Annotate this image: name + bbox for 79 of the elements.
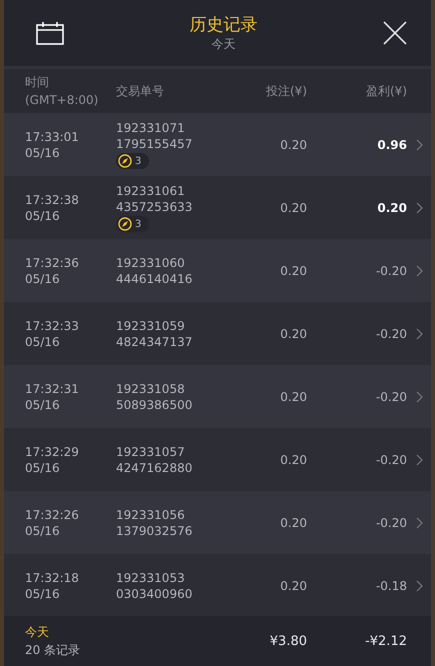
stake-amount: 0.20 [279, 452, 307, 468]
record-time: 17:32:33 [25, 318, 79, 334]
calendar-icon [36, 21, 64, 45]
record-date: 05/16 [25, 334, 60, 350]
window-title: 历史记录 [190, 14, 258, 36]
column-header-note: (GMT+8:00) [25, 92, 100, 109]
record-time: 17:32:26 [25, 506, 79, 522]
stake-amount: 0.20 [279, 326, 307, 342]
profit-amount: -0.20 [374, 452, 407, 466]
order-number: 4357253633 [116, 199, 192, 215]
chevron-right-icon [416, 580, 422, 592]
record-date: 05/16 [25, 208, 60, 224]
column-header: 盈利(¥) [365, 83, 407, 100]
compass-icon [118, 154, 132, 168]
compass-icon [118, 217, 132, 231]
record-date: 05/16 [25, 270, 60, 286]
order-number: 192331056 [116, 506, 185, 522]
record-row[interactable]: 17:33:01 05/16 192331071 1795155457 3 0.20 0.96 [4, 113, 431, 176]
record-date: 05/16 [25, 144, 60, 160]
footer-period: 今天 [25, 624, 49, 641]
record-time: 17:32:31 [25, 380, 79, 396]
stake-total: ¥3.80 [268, 634, 307, 648]
profit-amount: 0.96 [376, 138, 407, 152]
close-button[interactable] [383, 21, 407, 45]
chevron-right-icon [416, 390, 422, 402]
order-number: 192331057 [116, 444, 185, 460]
profit-total: -¥2.12 [364, 634, 407, 648]
order-number: 5089386500 [116, 396, 192, 412]
record-time: 17:32:38 [25, 192, 79, 208]
stake-amount: 0.20 [279, 262, 307, 278]
profit-amount: -0.20 [374, 326, 407, 340]
record-date: 05/16 [25, 586, 60, 602]
order-number: 192331053 [116, 570, 185, 586]
record-time: 17:32:18 [25, 570, 79, 586]
order-number: 4247162880 [116, 460, 192, 476]
record-time: 17:32:29 [25, 444, 79, 460]
profit-amount: 0.20 [376, 200, 407, 214]
order-number: 192331059 [116, 318, 185, 334]
column-header: 投注(¥) [265, 83, 307, 100]
record-count: 20 条记录 [25, 642, 80, 659]
window-subtitle: 今天 [212, 36, 236, 53]
record-date: 05/16 [25, 522, 60, 538]
chevron-right-icon [416, 328, 422, 340]
record-row[interactable]: 17:32:31 05/16 192331058 5089386500 0.20 -0.20 [4, 365, 431, 428]
record-row[interactable]: 17:32:36 05/16 192331060 4446140416 0.20 -0.20 [4, 239, 431, 302]
stake-amount: 0.20 [279, 136, 307, 152]
chevron-right-icon [416, 264, 422, 276]
record-date: 05/16 [25, 460, 60, 476]
order-number: 1379032576 [116, 522, 192, 538]
close-icon [383, 21, 407, 45]
bet-count-badge: 3 [116, 216, 150, 232]
profit-amount: -0.20 [374, 516, 407, 530]
order-number: 192331071 [116, 120, 185, 136]
order-number: 0303400960 [116, 586, 192, 602]
stake-amount: 0.20 [279, 388, 307, 404]
record-row[interactable]: 17:32:26 05/16 192331056 1379032576 0.20 -0.20 [4, 491, 431, 554]
profit-amount: -0.20 [374, 390, 407, 404]
stake-amount: 0.20 [279, 200, 307, 216]
order-number: 4446140416 [116, 270, 192, 286]
chevron-right-icon [416, 454, 422, 466]
chevron-right-icon [416, 202, 422, 214]
chevron-right-icon [416, 138, 422, 150]
column-header: 交易单号 [116, 83, 165, 100]
bet-count-badge: 3 [116, 153, 150, 169]
record-time: 17:32:36 [25, 254, 79, 270]
order-number: 192331060 [116, 254, 185, 270]
order-number: 192331058 [116, 380, 185, 396]
record-time: 17:33:01 [25, 128, 79, 144]
order-number: 1795155457 [116, 136, 192, 152]
stake-amount: 0.20 [279, 578, 307, 594]
order-number: 192331061 [116, 183, 185, 199]
column-header: 时间 [25, 74, 50, 91]
profit-amount: -0.20 [374, 264, 407, 278]
chevron-right-icon [416, 516, 422, 528]
record-date: 05/16 [25, 396, 60, 412]
calendar-button[interactable] [36, 21, 64, 45]
stake-amount: 0.20 [279, 514, 307, 530]
order-number: 4824347137 [116, 334, 192, 350]
profit-amount: -0.18 [374, 578, 407, 592]
